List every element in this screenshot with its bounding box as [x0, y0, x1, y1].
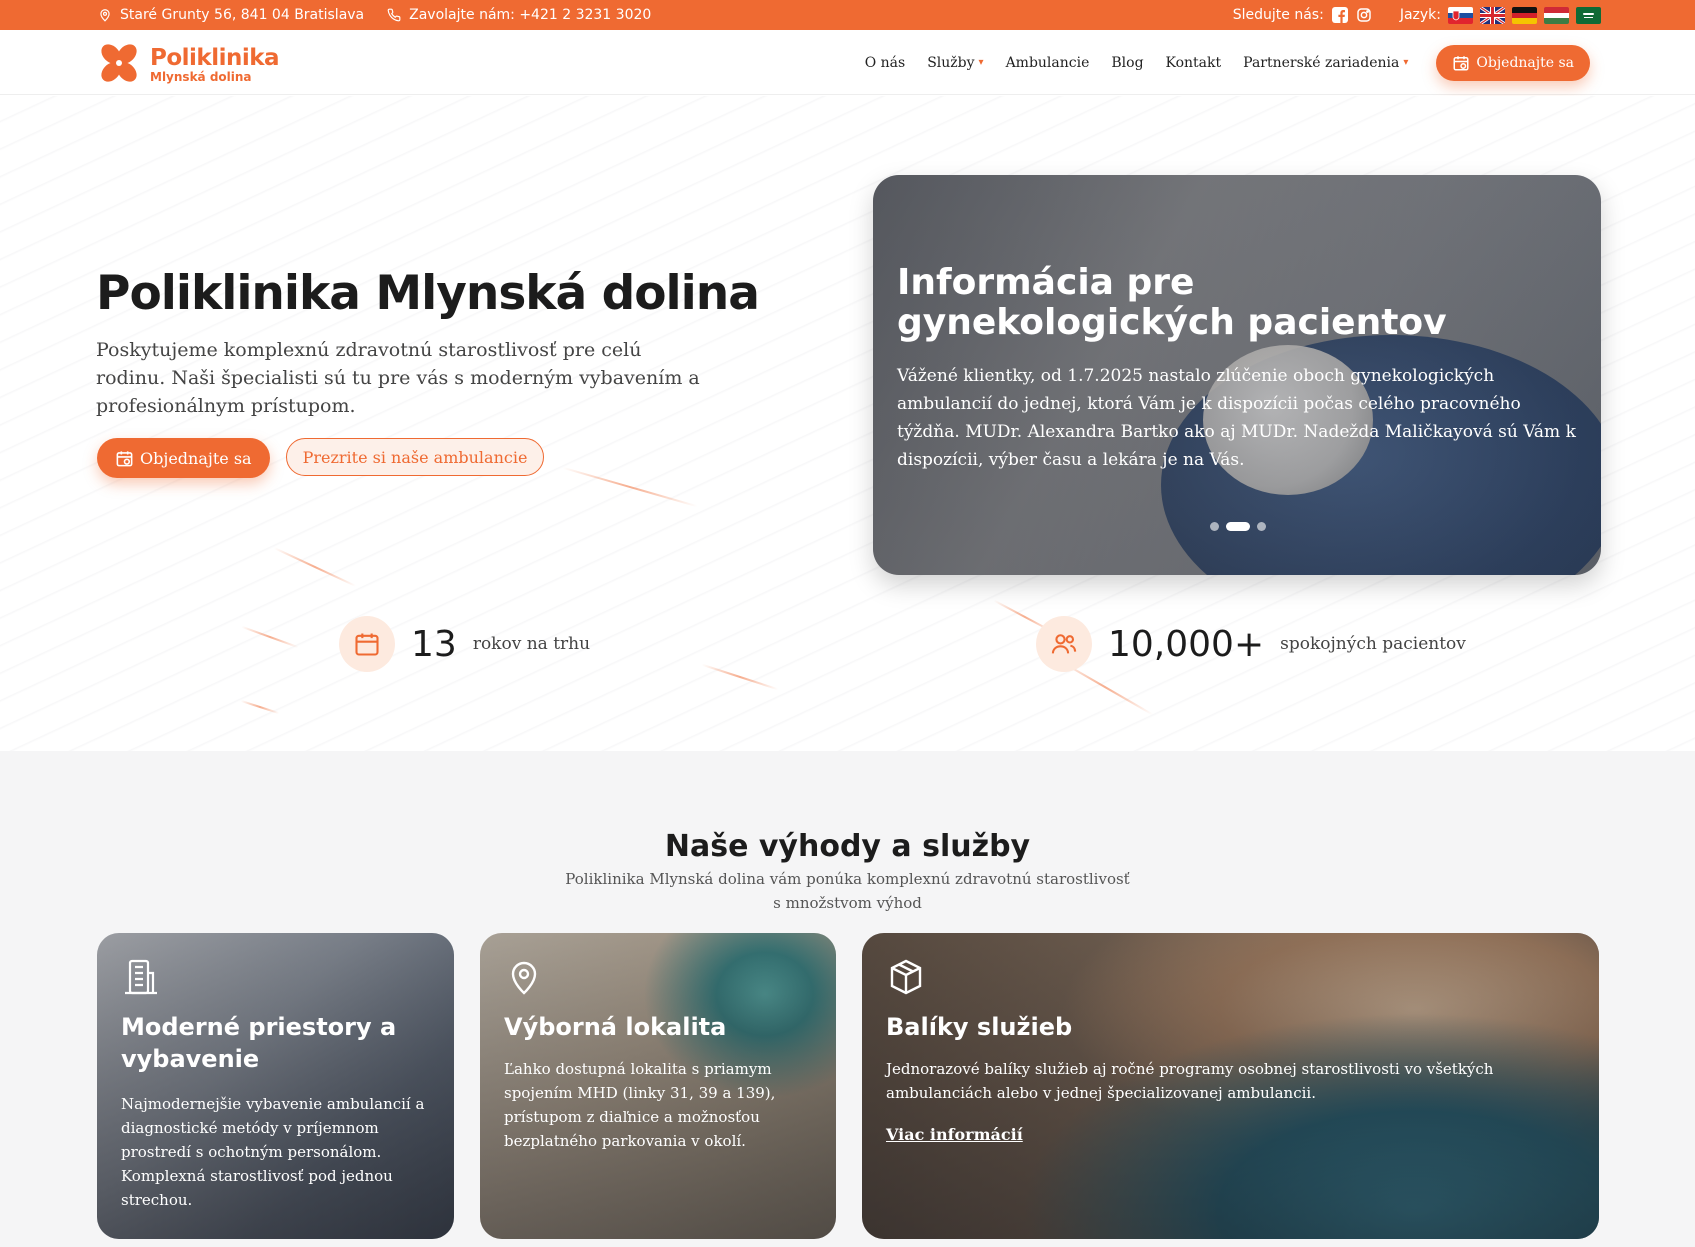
- stat-label: spokojných pacientov: [1280, 634, 1466, 654]
- building-icon: [125, 959, 157, 995]
- map-pin-icon: [511, 961, 537, 995]
- decorative-streak: [562, 466, 698, 507]
- slider-dot[interactable]: [1210, 522, 1219, 531]
- services-section: Naše výhody a služby Poliklinika Mlynská…: [0, 751, 1695, 1247]
- calendar-plus-icon: [1453, 55, 1469, 70]
- language-label: Jazyk:: [1399, 7, 1441, 23]
- service-card-facilities[interactable]: Moderné priestory a vybavenie Najmoderne…: [97, 933, 454, 1239]
- calendar-icon: [339, 616, 395, 672]
- hero-section: Poliklinika Mlynská dolina Poskytujeme k…: [0, 96, 1695, 751]
- stat-years: 13 rokov na trhu: [339, 616, 590, 672]
- nav-item-ambulances[interactable]: Ambulancie: [1006, 55, 1090, 71]
- card-title: Balíky služieb: [886, 1013, 1073, 1041]
- section-subtitle: Poliklinika Mlynská dolina vám ponúka ko…: [565, 870, 1130, 912]
- nav-item-services[interactable]: Služby ▾: [927, 55, 983, 71]
- calendar-plus-icon: [116, 450, 133, 466]
- logo-subtitle: Mlynská dolina: [150, 70, 252, 84]
- card-title: Výborná lokalita: [504, 1013, 727, 1041]
- flag-hu-icon[interactable]: [1544, 6, 1569, 24]
- decorative-streak: [273, 547, 357, 587]
- phone-item[interactable]: Zavolajte nám: +421 2 3231 3020: [386, 7, 651, 23]
- more-info-link[interactable]: Viac informácií: [886, 1125, 1023, 1144]
- card-title: Moderné priestory a vybavenie: [121, 1013, 397, 1073]
- decorative-streak: [241, 625, 299, 648]
- service-card-location[interactable]: Výborná lokalita Ľahko dostupná lokalita…: [480, 933, 836, 1239]
- nav-item-partners[interactable]: Partnerské zariadenia ▾: [1243, 55, 1408, 71]
- map-pin-icon: [97, 7, 113, 23]
- nav-order-button[interactable]: Objednajte sa: [1436, 44, 1590, 81]
- box-icon: [890, 959, 922, 995]
- decorative-streak: [701, 663, 779, 690]
- nav-item-blog[interactable]: Blog: [1111, 55, 1143, 71]
- stat-patients: 10,000+ spokojných pacientov: [1036, 616, 1466, 672]
- chevron-down-icon: ▾: [978, 57, 984, 68]
- card-text: Jednorazové balíky služieb aj ročné prog…: [886, 1060, 1494, 1102]
- flag-en-icon[interactable]: [1480, 6, 1505, 24]
- top-info-bar: Staré Grunty 56, 841 04 Bratislava Zavol…: [0, 0, 1695, 30]
- phone-text[interactable]: Zavolajte nám: +421 2 3231 3020: [409, 7, 651, 23]
- hero-order-button[interactable]: Objednajte sa: [97, 438, 270, 478]
- facebook-icon[interactable]: [1331, 7, 1348, 23]
- info-slider[interactable]: Informácia pre gynekologických pacientov…: [873, 175, 1601, 575]
- decorative-streak: [240, 699, 280, 714]
- flag-sk-icon[interactable]: [1448, 6, 1473, 24]
- instagram-icon[interactable]: [1356, 7, 1372, 23]
- nav-item-contact[interactable]: Kontakt: [1166, 55, 1222, 71]
- stat-value: 13: [411, 623, 457, 665]
- view-ambulances-button[interactable]: Prezrite si naše ambulancie: [285, 438, 545, 476]
- section-title: Naše výhody a služby: [664, 829, 1031, 864]
- slide-title: Informácia pre gynekologických pacientov: [897, 262, 1447, 343]
- nav-item-about[interactable]: O nás: [865, 55, 905, 71]
- slider-dot[interactable]: [1257, 522, 1266, 531]
- service-card-packages[interactable]: Balíky služieb Jednorazové balíky služie…: [862, 933, 1599, 1239]
- chevron-down-icon: ▾: [1403, 57, 1409, 68]
- address-text: Staré Grunty 56, 841 04 Bratislava: [120, 7, 365, 23]
- address-item: Staré Grunty 56, 841 04 Bratislava: [97, 7, 364, 23]
- logo[interactable]: Poliklinika Mlynská dolina: [96, 40, 280, 90]
- users-icon: [1036, 616, 1092, 672]
- slide-text: Vážené klientky, od 1.7.2025 nastalo zlú…: [897, 366, 1576, 470]
- stat-value: 10,000+: [1108, 623, 1265, 665]
- hero-lead: Poskytujeme komplexnú zdravotnú starostl…: [96, 339, 700, 417]
- hero-title: Poliklinika Mlynská dolina: [96, 266, 760, 321]
- card-text: Ľahko dostupná lokalita s priamym spojen…: [504, 1060, 776, 1150]
- logo-icon: [96, 40, 142, 90]
- card-text: Najmodernejšie vybavenie ambulancií a di…: [121, 1095, 425, 1209]
- flag-sa-icon[interactable]: [1576, 6, 1601, 24]
- main-navigation: Poliklinika Mlynská dolina O nás Služby ▾…: [0, 30, 1695, 95]
- slider-dot-active[interactable]: [1226, 522, 1250, 531]
- logo-title: Poliklinika: [150, 45, 280, 71]
- phone-icon: [386, 7, 402, 23]
- slider-dots: [1210, 522, 1266, 531]
- follow-label: Sledujte nás:: [1232, 7, 1324, 23]
- flag-de-icon[interactable]: [1512, 6, 1537, 24]
- stat-label: rokov na trhu: [472, 634, 591, 654]
